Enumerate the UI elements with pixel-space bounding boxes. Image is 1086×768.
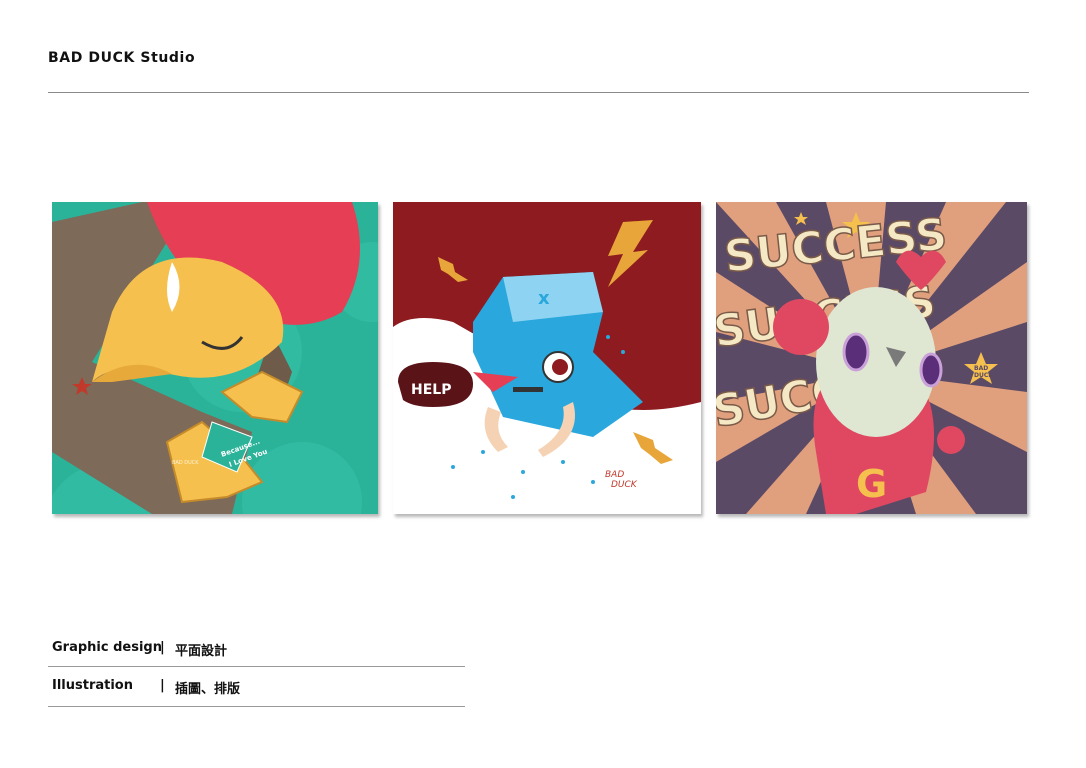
svg-text:x: x — [538, 288, 550, 309]
info-divider — [48, 706, 465, 707]
artwork-3-badge-line-1: BAD — [974, 365, 988, 372]
info-row-separator: | — [160, 640, 165, 655]
info-row-label: Graphic design — [52, 640, 162, 655]
artwork-help-cube[interactable]: x HELP BAD DUCK — [393, 202, 701, 514]
artwork-2-signature-line-1: BAD — [605, 470, 624, 480]
artwork-help-cube-illustration: x HELP BAD DUCK — [393, 202, 701, 514]
artwork-1-signature: BAD DUCK — [172, 460, 199, 466]
artwork-love-hands[interactable]: Because... I Love You BAD DUCK — [52, 202, 378, 514]
artwork-3-badge-line-2: DUCK — [974, 372, 993, 379]
artwork-love-hands-illustration: Because... I Love You BAD DUCK — [52, 202, 378, 514]
info-row-separator: | — [160, 678, 165, 693]
info-row-value: 插圖、排版 — [175, 682, 241, 697]
artwork-success-illustration: SUCCESS SUCCESS SUCCESS G BAD DUCK — [716, 202, 1027, 514]
artwork-success[interactable]: SUCCESS SUCCESS SUCCESS G BAD DUCK — [716, 202, 1027, 514]
info-row-value: 平面設計 — [175, 644, 228, 659]
info-row-label: Illustration — [52, 678, 133, 693]
header-divider — [48, 92, 1029, 93]
studio-title: BAD DUCK Studio — [48, 50, 196, 66]
info-divider — [48, 666, 465, 667]
artwork-2-speech: HELP — [411, 382, 451, 398]
artwork-3-emblem: G — [856, 462, 887, 506]
artwork-2-signature-line-2: DUCK — [611, 480, 638, 490]
